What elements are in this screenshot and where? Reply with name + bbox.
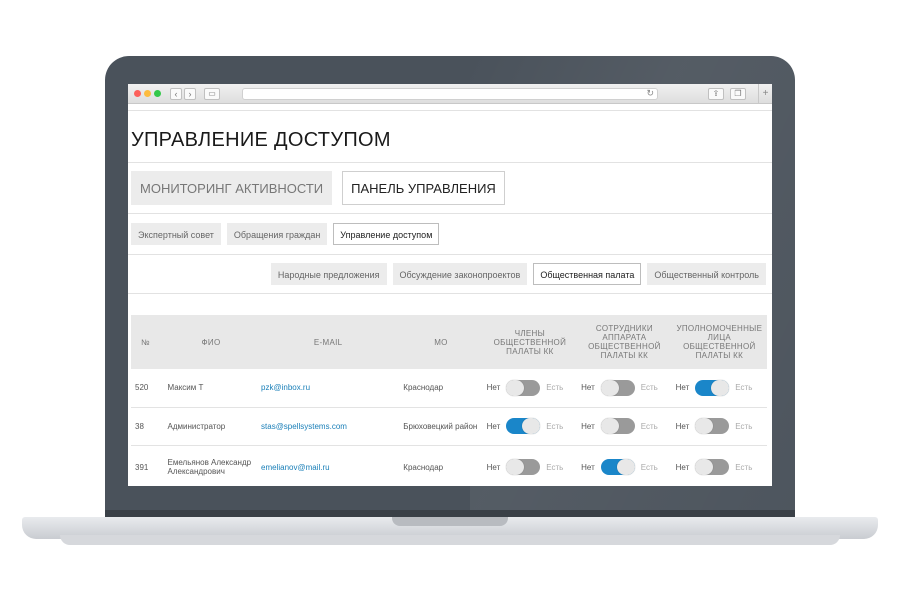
reload-icon[interactable]: ↻ (646, 88, 654, 99)
toggle-knob (711, 379, 730, 396)
toggle-yes-label: Есть (640, 462, 658, 472)
toggle-cell: Нет Есть (671, 445, 767, 486)
tab-public-chamber[interactable]: Общественная палата (533, 263, 642, 285)
table-row: 38 Администратор stas@spellsystems.com Б… (131, 407, 767, 446)
toggle-yes-label: Есть (640, 421, 658, 431)
tab-monitoring[interactable]: МОНИТОРИНГ АКТИВНОСТИ (131, 171, 333, 205)
authorized-toggle[interactable] (695, 379, 730, 396)
toggle-cell: Нет Есть (671, 369, 767, 408)
sidebar-icon[interactable]: ▭ (204, 88, 220, 100)
row-fio: Администратор (163, 407, 258, 446)
access-table: № ФИО E-MAIL МО ЧЛЕНЫ ОБЩЕСТВЕННОЙ ПАЛАТ… (131, 315, 767, 486)
section-tabs: Народные предложения Обсуждение законопр… (128, 255, 772, 293)
toggle-knob (506, 459, 525, 475)
toggle-no-label: Нет (675, 383, 690, 393)
staff-toggle[interactable] (600, 418, 635, 434)
row-fio: Максим Т (163, 369, 258, 408)
header-authorized: УПОЛНОМОЧЕННЫЕ ЛИЦА ОБЩЕСТВЕННОЙ ПАЛАТЫ … (671, 315, 767, 369)
tab-citizen-appeals[interactable]: Обращения граждан (226, 223, 328, 245)
toggle-yes-label: Есть (735, 462, 753, 472)
toggle-knob (522, 418, 541, 434)
toggle-knob (695, 459, 714, 475)
members-toggle[interactable] (506, 379, 541, 396)
tab-expert-council[interactable]: Экспертный совет (131, 223, 221, 245)
sub-tabs: Экспертный совет Обращения граждан Управ… (128, 214, 772, 254)
toggle-cell: Нет Есть (671, 407, 767, 446)
toggle-cell: Нет Есть (577, 369, 672, 408)
toggle-knob (506, 379, 525, 396)
back-icon[interactable]: ‹ (170, 88, 182, 100)
toggle-yes-label: Есть (546, 383, 564, 393)
toggle-yes-label: Есть (640, 383, 658, 393)
tabs-icon[interactable]: ❐ (730, 88, 746, 100)
table-row: 391 Емельянов Александр Александрович em… (131, 445, 767, 486)
close-window-icon[interactable] (134, 90, 141, 97)
row-num: 520 (131, 369, 164, 408)
toggle-no-label: Нет (581, 462, 595, 472)
header-email: E-MAIL (257, 315, 400, 369)
header-fio: ФИО (163, 315, 258, 369)
header-members: ЧЛЕНЫ ОБЩЕСТВЕННОЙ ПАЛАТЫ КК (482, 315, 578, 369)
toggle-no-label: Нет (581, 421, 595, 431)
divider (128, 293, 772, 294)
toggle-cell: Нет Есть (577, 445, 672, 486)
tab-access-management[interactable]: Управление доступом (333, 223, 440, 245)
maximize-window-icon[interactable] (154, 90, 161, 97)
address-bar[interactable]: ↻ (242, 88, 658, 100)
toggle-cell: Нет Есть (577, 407, 672, 446)
toggle-yes-label: Есть (546, 421, 564, 431)
toggle-no-label: Нет (675, 421, 690, 431)
toggle-knob (600, 379, 619, 396)
forward-icon[interactable]: › (184, 88, 196, 100)
row-num: 391 (131, 445, 164, 486)
toggle-no-label: Нет (581, 383, 595, 393)
members-toggle[interactable] (506, 459, 541, 475)
members-toggle[interactable] (506, 418, 541, 434)
toggle-yes-label: Есть (546, 462, 564, 472)
row-email[interactable]: pzk@inbox.ru (257, 369, 400, 408)
page-content: УПРАВЛЕНИЕ ДОСТУПОМ МОНИТОРИНГ АКТИВНОСТ… (128, 110, 772, 486)
toggle-no-label: Нет (486, 462, 501, 472)
toggle-no-label: Нет (486, 421, 501, 431)
laptop-base-bottom (60, 535, 840, 545)
toggle-yes-label: Есть (735, 383, 753, 393)
toggle-knob (600, 418, 619, 434)
staff-toggle[interactable] (600, 379, 635, 396)
main-tabs: МОНИТОРИНГ АКТИВНОСТИ ПАНЕЛЬ УПРАВЛЕНИЯ (128, 163, 772, 213)
screen: ‹ › ▭ ↻ ⇪ ❐ + УПРАВЛЕНИЕ ДОСТУПОМ МОНИТО… (128, 84, 772, 486)
browser-toolbar: ‹ › ▭ ↻ ⇪ ❐ + (128, 84, 772, 104)
toggle-cell: Нет Есть (482, 369, 578, 408)
row-mo: Брюховецкий район (399, 407, 483, 446)
row-mo: Краснодар (399, 369, 483, 408)
toggle-no-label: Нет (675, 462, 690, 472)
header-mo: МО (399, 315, 483, 369)
page-title: УПРАВЛЕНИЕ ДОСТУПОМ (131, 129, 391, 151)
tab-public-proposals[interactable]: Народные предложения (270, 263, 387, 285)
authorized-toggle[interactable] (695, 459, 730, 475)
row-email[interactable]: emelianov@mail.ru (257, 445, 400, 486)
toggle-knob (616, 459, 635, 475)
tab-public-control[interactable]: Общественный контроль (647, 263, 766, 285)
tab-control-panel[interactable]: ПАНЕЛЬ УПРАВЛЕНИЯ (342, 171, 505, 205)
row-fio: Емельянов Александр Александрович (163, 445, 258, 486)
tab-bill-discussion[interactable]: Обсуждение законопроектов (392, 263, 528, 285)
laptop-notch (392, 517, 508, 526)
new-tab-icon[interactable]: + (758, 84, 772, 104)
table-header-row: № ФИО E-MAIL МО ЧЛЕНЫ ОБЩЕСТВЕННОЙ ПАЛАТ… (131, 315, 767, 369)
share-icon[interactable]: ⇪ (708, 88, 724, 100)
header-staff: СОТРУДНИКИ АППАРАТА ОБЩЕСТВЕННОЙ ПАЛАТЫ … (577, 315, 672, 369)
row-num: 38 (131, 407, 164, 446)
header-num: № (131, 315, 164, 369)
toggle-no-label: Нет (486, 383, 501, 393)
toggle-cell: Нет Есть (482, 407, 578, 446)
minimize-window-icon[interactable] (144, 90, 151, 97)
row-email[interactable]: stas@spellsystems.com (257, 407, 400, 446)
toggle-yes-label: Есть (735, 421, 753, 431)
staff-toggle[interactable] (600, 459, 635, 475)
toggle-cell: Нет Есть (482, 445, 578, 486)
authorized-toggle[interactable] (695, 418, 730, 434)
table-row: 520 Максим Т pzk@inbox.ru Краснодар Нет … (131, 369, 767, 408)
row-mo: Краснодар (399, 445, 483, 486)
toggle-knob (695, 418, 714, 434)
